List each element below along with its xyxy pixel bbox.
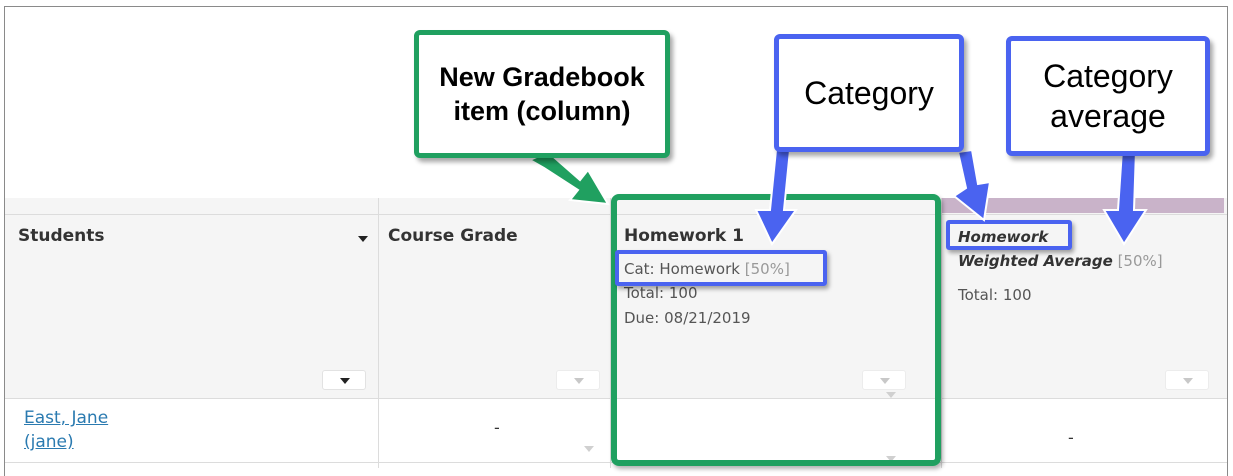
blue-arrow-average-icon bbox=[1102, 149, 1148, 246]
category-average-callout-text: Category average bbox=[1043, 58, 1173, 134]
new-gradebook-item-callout: New Gradebook item (column) bbox=[414, 30, 670, 158]
category-callout-text: Category bbox=[804, 75, 934, 111]
new-gradebook-item-callout-text: New Gradebook item (column) bbox=[439, 62, 645, 126]
green-arrow-icon bbox=[527, 150, 610, 206]
blue-arrow-homework-icon bbox=[952, 148, 992, 222]
category-callout: Category bbox=[774, 34, 964, 152]
blue-arrow-category-icon bbox=[754, 149, 798, 246]
category-average-callout: Category average bbox=[1006, 36, 1210, 156]
